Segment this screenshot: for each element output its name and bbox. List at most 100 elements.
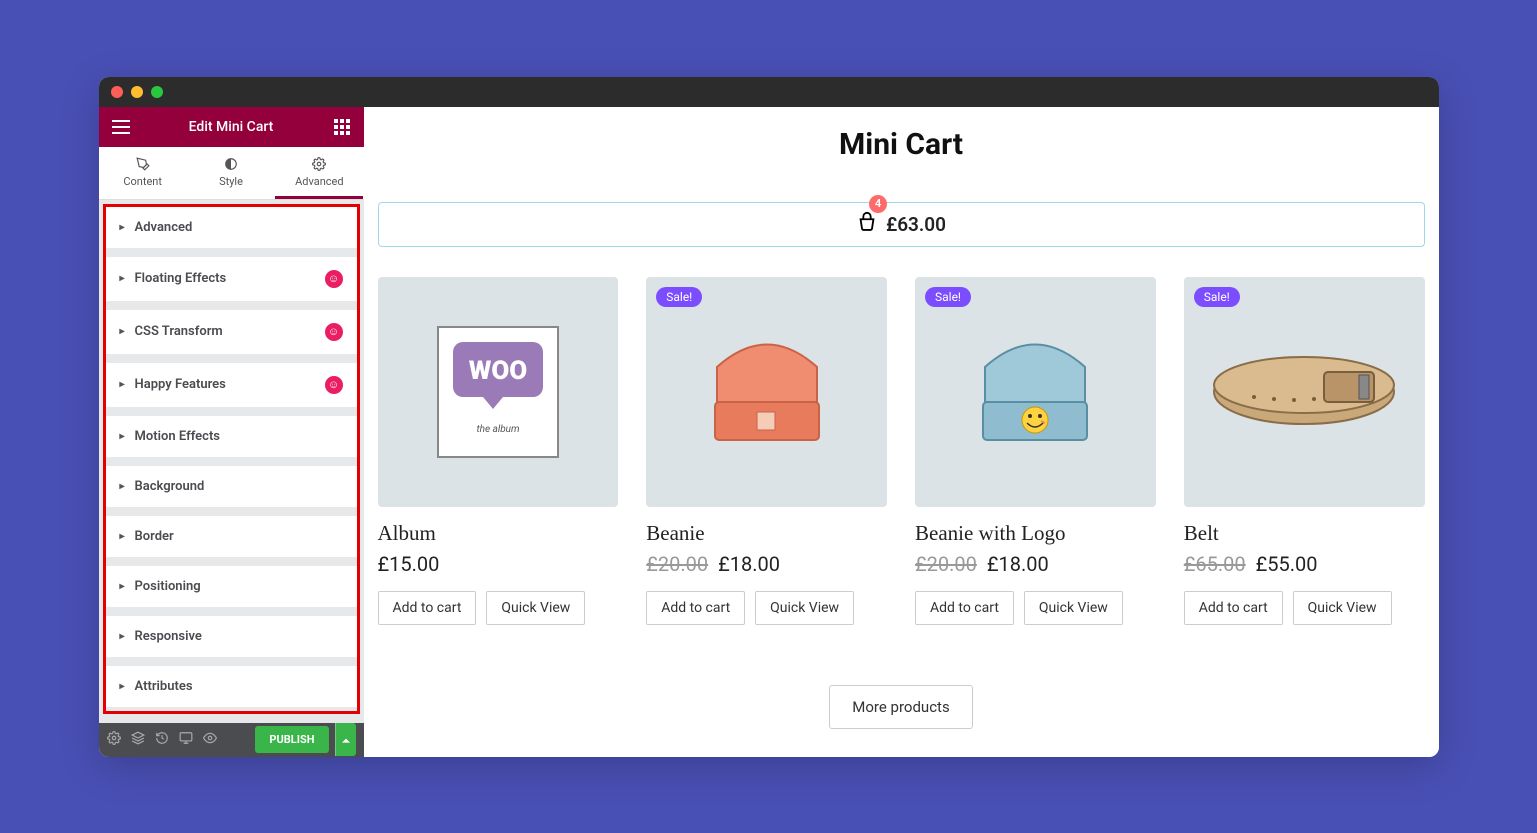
- panel-responsive[interactable]: ▸ Responsive: [106, 615, 357, 657]
- product-image[interactable]: Sale!: [1184, 277, 1425, 507]
- window-titlebar: [99, 77, 1439, 107]
- quick-view-button[interactable]: Quick View: [1293, 591, 1392, 625]
- product-price: £20.00 £18.00: [646, 552, 887, 577]
- settings-icon[interactable]: [107, 730, 121, 749]
- tab-style[interactable]: Style: [187, 147, 275, 199]
- caret-right-icon: ▸: [120, 631, 125, 642]
- editor-sidebar: Edit Mini Cart Content Style Advanced: [99, 107, 364, 757]
- cart-total: £63.00: [886, 213, 946, 236]
- sidebar-header: Edit Mini Cart: [99, 107, 364, 147]
- publish-button[interactable]: PUBLISH: [255, 726, 328, 753]
- sale-badge: Sale!: [925, 287, 971, 307]
- navigator-icon[interactable]: [131, 730, 145, 749]
- panel-border[interactable]: ▸ Border: [106, 515, 357, 557]
- window-close-icon[interactable]: [111, 86, 123, 98]
- product-card: Sale! Beanie with Logo £20.00 £18.00 Add to …: [915, 277, 1156, 625]
- product-name[interactable]: Beanie with Logo: [915, 521, 1156, 546]
- caret-right-icon: ▸: [120, 581, 125, 592]
- product-price: £20.00 £18.00: [915, 552, 1156, 577]
- add-to-cart-button[interactable]: Add to cart: [646, 591, 745, 625]
- old-price: £65.00: [1184, 552, 1246, 576]
- quick-view-button[interactable]: Quick View: [1024, 591, 1123, 625]
- widgets-grid-icon[interactable]: [332, 117, 352, 137]
- panel-label: Happy Features: [135, 377, 226, 392]
- tab-content-label: Content: [123, 175, 162, 188]
- product-image[interactable]: Sale!: [646, 277, 887, 507]
- tab-advanced[interactable]: Advanced: [275, 147, 363, 199]
- product-name[interactable]: Belt: [1184, 521, 1425, 546]
- sale-badge: Sale!: [656, 287, 702, 307]
- panel-motion-effects[interactable]: ▸ Motion Effects: [106, 415, 357, 457]
- more-products-button[interactable]: More products: [829, 685, 972, 729]
- quick-view-button[interactable]: Quick View: [486, 591, 585, 625]
- quick-view-button[interactable]: Quick View: [755, 591, 854, 625]
- panel-label: Floating Effects: [135, 271, 227, 286]
- product-name[interactable]: Album: [378, 521, 619, 546]
- cart-count-badge: 4: [869, 195, 887, 213]
- window-maximize-icon[interactable]: [151, 86, 163, 98]
- panel-label: Border: [135, 529, 174, 544]
- panel-happy-features[interactable]: ▸Happy Features☺: [106, 362, 357, 407]
- page-title: Mini Cart: [378, 127, 1425, 162]
- panel-floating-effects[interactable]: ▸ Floating Effects ☺: [106, 256, 357, 301]
- caret-right-icon: ▸: [120, 326, 125, 337]
- menu-icon[interactable]: [111, 117, 131, 137]
- panel-advanced[interactable]: ▸Advanced: [106, 207, 357, 248]
- caret-right-icon: ▸: [120, 481, 125, 492]
- sale-badge: Sale!: [1194, 287, 1240, 307]
- product-price: £15.00: [378, 552, 619, 577]
- panel-attributes[interactable]: ▸Attributes: [106, 665, 357, 707]
- window-minimize-icon[interactable]: [131, 86, 143, 98]
- panel-label: CSS Transform: [135, 324, 223, 339]
- add-to-cart-button[interactable]: Add to cart: [1184, 591, 1283, 625]
- editor-tabs: Content Style Advanced: [99, 147, 364, 200]
- panel-label: Attributes: [135, 679, 193, 694]
- add-to-cart-button[interactable]: Add to cart: [915, 591, 1014, 625]
- panel-css-transform[interactable]: ▸ CSS Transform ☺: [106, 309, 357, 354]
- current-price: £18.00: [718, 552, 780, 576]
- browser-window: Edit Mini Cart Content Style Advanced: [99, 77, 1439, 757]
- responsive-icon[interactable]: [179, 730, 193, 749]
- old-price: £20.00: [646, 552, 708, 576]
- current-price: £18.00: [987, 552, 1049, 576]
- svg-text:WOO: WOO: [469, 356, 528, 386]
- panel-label: Responsive: [135, 629, 202, 644]
- product-name[interactable]: Beanie: [646, 521, 887, 546]
- product-image[interactable]: Sale!: [915, 277, 1156, 507]
- publish-label: PUBLISH: [269, 733, 314, 746]
- panel-background[interactable]: ▸ Background: [106, 465, 357, 507]
- product-price: £65.00 £55.00: [1184, 552, 1425, 577]
- mini-cart-bar[interactable]: 4 £63.00: [378, 202, 1425, 247]
- panel-label: Motion Effects: [135, 429, 220, 444]
- preview-canvas: Mini Cart 4 £63.00 WOOthe album Album £15.…: [364, 107, 1439, 757]
- caret-right-icon: ▸: [120, 531, 125, 542]
- current-price: £15.00: [378, 552, 440, 576]
- app-body: Edit Mini Cart Content Style Advanced: [99, 107, 1439, 757]
- caret-right-icon: ▸: [120, 222, 125, 233]
- panel-label: Positioning: [135, 579, 201, 594]
- tab-content[interactable]: Content: [99, 147, 187, 199]
- add-to-cart-button[interactable]: Add to cart: [378, 591, 477, 625]
- caret-right-icon: ▸: [120, 431, 125, 442]
- product-image[interactable]: WOOthe album: [378, 277, 619, 507]
- product-grid: WOOthe album Album £15.00 Add to cart Quick …: [378, 277, 1425, 625]
- panel-positioning[interactable]: ▸ Positioning: [106, 565, 357, 607]
- old-price: £20.00: [915, 552, 977, 576]
- publish-dropdown-icon[interactable]: [335, 723, 356, 756]
- sidebar-footer: PUBLISH: [99, 723, 364, 757]
- tab-style-label: Style: [219, 175, 243, 188]
- caret-right-icon: ▸: [120, 273, 125, 284]
- happy-badge-icon: ☺: [325, 323, 343, 341]
- tab-advanced-label: Advanced: [295, 175, 343, 188]
- panel-label: Background: [135, 479, 205, 494]
- product-card: Sale! Belt £65.00 £55.00 Add to cart Quick Vi…: [1184, 277, 1425, 625]
- basket-icon: [856, 211, 878, 238]
- happy-badge-icon: ☺: [325, 270, 343, 288]
- history-icon[interactable]: [155, 730, 169, 749]
- preview-icon[interactable]: [203, 730, 217, 749]
- product-card: Sale! Beanie £20.00 £18.00 Add to cart Quick …: [646, 277, 887, 625]
- current-price: £55.00: [1256, 552, 1318, 576]
- product-card: WOOthe album Album £15.00 Add to cart Quick …: [378, 277, 619, 625]
- caret-right-icon: ▸: [120, 379, 125, 390]
- panel-list: ▸Advanced▸Floating Effects☺▸CSS Transfor…: [99, 200, 364, 723]
